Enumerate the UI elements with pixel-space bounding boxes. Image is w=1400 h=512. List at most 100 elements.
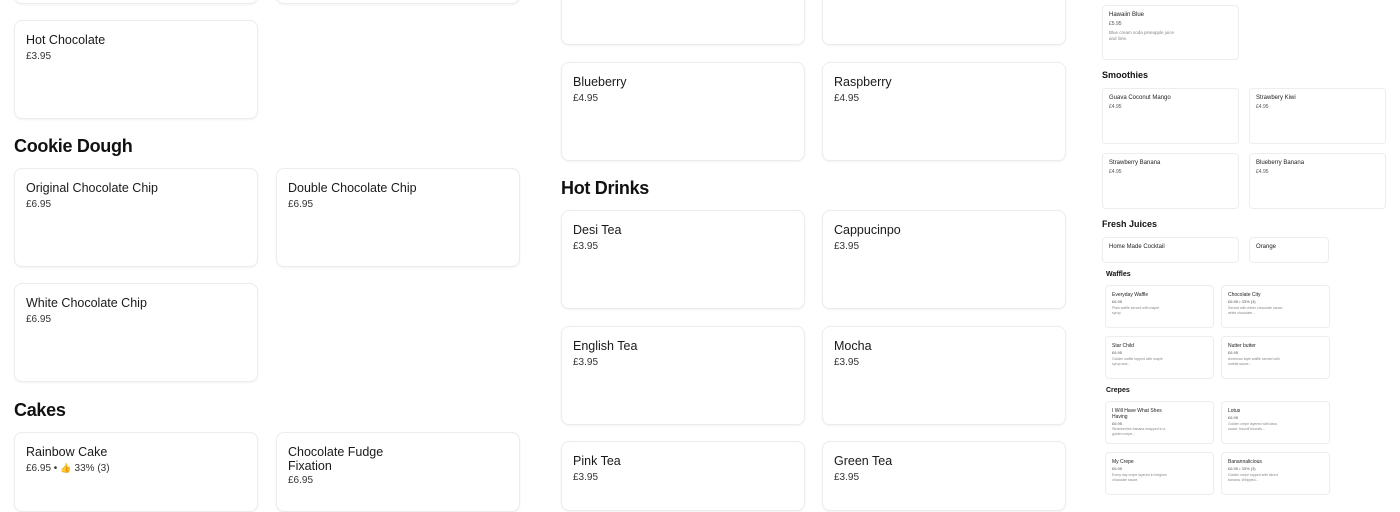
item-name: English Tea bbox=[573, 339, 638, 353]
item-name: Rainbow Cake bbox=[26, 445, 108, 459]
section-heading-hot-drinks: Hot Drinks bbox=[561, 178, 650, 198]
item-name: Pink Tea bbox=[573, 454, 621, 468]
item-description: Golden crepe topped with sliced banana. … bbox=[1228, 473, 1278, 482]
item-name: Lotus bbox=[1228, 408, 1241, 414]
item-name: Raspberry bbox=[834, 75, 892, 89]
item-name: Banannalicious bbox=[1228, 459, 1262, 465]
menu-item-english-tea[interactable]: English Tea £3.95 bbox=[561, 326, 805, 425]
item-description: Served with either chocolate sauce, whit… bbox=[1228, 306, 1284, 315]
item-name: Chocolate Fudge Fixation bbox=[288, 445, 384, 473]
item-price: £4.95 bbox=[573, 93, 599, 104]
menu-item-banannalicious[interactable]: Banannalicious £6.95 • 33% (3) Golden cr… bbox=[1221, 452, 1330, 495]
item-price: £4.95 bbox=[1109, 104, 1122, 110]
item-name: White Chocolate Chip bbox=[26, 296, 147, 310]
menu-item-green-tea[interactable]: Green Tea £3.95 bbox=[822, 441, 1066, 511]
item-rating: 33% (3) bbox=[74, 463, 110, 474]
item-name: Green Tea bbox=[834, 454, 893, 468]
item-name: Desi Tea bbox=[573, 223, 622, 237]
menu-item-card[interactable] bbox=[822, 0, 1066, 45]
item-price: £4.95 bbox=[1256, 169, 1269, 175]
item-description: American style waffle served with nutell… bbox=[1228, 357, 1280, 366]
menu-item-strawberry-banana[interactable]: Strawberry Banana £4.95 bbox=[1102, 153, 1239, 209]
item-price: £6.95 bbox=[288, 199, 314, 210]
menu-item-blueberry[interactable]: Blueberry £4.95 bbox=[561, 62, 805, 161]
item-price: £6.95 bbox=[1112, 350, 1123, 355]
item-name: Chocolate City bbox=[1228, 292, 1261, 298]
section-heading-fresh-juices: Fresh Juices bbox=[1102, 219, 1158, 229]
item-price: £6.95 bbox=[1228, 415, 1239, 420]
item-price-rating: £6.95 • 👍 33% (3) bbox=[26, 463, 110, 474]
item-name: Guava Coconut Mango bbox=[1109, 95, 1171, 101]
item-name: Home Made Cocktail bbox=[1109, 244, 1165, 250]
item-price: £3.95 bbox=[573, 241, 599, 252]
menu-item-strawbery-kiwi[interactable]: Strawbery Kiwi £4.95 bbox=[1249, 88, 1386, 144]
thumbs-up-icon: 👍 bbox=[60, 463, 72, 473]
menu-item-original-chocolate-chip[interactable]: Original Chocolate Chip £6.95 bbox=[14, 168, 258, 267]
item-price: £6.95 bbox=[26, 314, 52, 325]
item-name: Nutter butter bbox=[1228, 343, 1256, 349]
menu-item-card[interactable] bbox=[561, 0, 805, 45]
item-price: £3.95 bbox=[834, 241, 860, 252]
menu-item-nutter-butter[interactable]: Nutter butter £6.95 American style waffl… bbox=[1221, 336, 1330, 379]
section-heading-smoothies: Smoothies bbox=[1102, 70, 1149, 80]
menu-item-i-will-have-what-shes-having[interactable]: I Will Have What Shes Having £6.95 Straw… bbox=[1105, 401, 1214, 444]
item-name: Hawaiin Blue bbox=[1109, 12, 1145, 18]
item-description: Strawberries banana wrapped in a golden … bbox=[1112, 427, 1166, 436]
menu-item-card[interactable] bbox=[14, 0, 258, 4]
menu-item-white-chocolate-chip[interactable]: White Chocolate Chip £6.95 bbox=[14, 283, 258, 382]
menu-item-chocolate-fudge-fixation[interactable]: Chocolate Fudge Fixation £6.95 bbox=[276, 432, 520, 512]
item-price: £4.95 bbox=[834, 93, 860, 104]
menu-item-desi-tea[interactable]: Desi Tea £3.95 bbox=[561, 210, 805, 309]
menu-item-blueberry-banana[interactable]: Blueberry Banana £4.95 bbox=[1249, 153, 1386, 209]
menu-item-card[interactable] bbox=[276, 0, 520, 4]
item-price: £6.95 bbox=[288, 475, 314, 486]
section-heading-waffles: Waffles bbox=[1106, 271, 1131, 278]
item-price: £3.95 bbox=[573, 472, 599, 483]
item-price: £5.95 bbox=[1109, 21, 1122, 27]
menu-item-star-child[interactable]: Star Child £6.95 Golden waffle topped wi… bbox=[1105, 336, 1214, 379]
item-price: £6.95 bbox=[1228, 350, 1239, 355]
menu-item-raspberry[interactable]: Raspberry £4.95 bbox=[822, 62, 1066, 161]
item-name: Mocha bbox=[834, 339, 872, 353]
menu-item-mocha[interactable]: Mocha £3.95 bbox=[822, 326, 1066, 425]
item-name: Strawberry Banana bbox=[1109, 160, 1161, 166]
menu-item-home-made-cocktail[interactable]: Home Made Cocktail bbox=[1102, 237, 1239, 263]
item-description: Golden waffle topped with maple syrup an… bbox=[1112, 357, 1163, 366]
item-price: £6.95 bbox=[1112, 299, 1123, 304]
item-name: Original Chocolate Chip bbox=[26, 181, 159, 195]
menu-item-rainbow-cake[interactable]: Rainbow Cake £6.95 • 👍 33% (3) bbox=[14, 432, 258, 512]
item-description: Every day crepe layered in belgium choco… bbox=[1112, 473, 1167, 482]
item-name: My Crepe bbox=[1112, 459, 1134, 465]
section-heading-cookie-dough: Cookie Dough bbox=[14, 136, 133, 156]
item-name: Cappucinpo bbox=[834, 223, 901, 237]
item-price: £6.95 bbox=[1112, 466, 1123, 471]
item-name: Everyday Waffle bbox=[1112, 292, 1149, 298]
menu-item-chocolate-city[interactable]: Chocolate City £6.95 • 33% (3) Served wi… bbox=[1221, 285, 1330, 328]
item-name: Strawbery Kiwi bbox=[1256, 95, 1296, 101]
item-description: Golden crepe layered with lotus sauce, b… bbox=[1228, 422, 1278, 431]
item-price: £6.95 • 33% (3) bbox=[1228, 299, 1256, 304]
item-price: £3.95 bbox=[573, 357, 599, 368]
item-name: Blueberry bbox=[573, 75, 627, 89]
menu-item-hawaiin-blue[interactable]: Hawaiin Blue £5.95 Blue cream soda pinea… bbox=[1102, 5, 1239, 60]
menu-item-my-crepe[interactable]: My Crepe £6.95 Every day crepe layered i… bbox=[1105, 452, 1214, 495]
item-price: £6.95 • bbox=[26, 463, 58, 474]
menu-item-pink-tea[interactable]: Pink Tea £3.95 bbox=[561, 441, 805, 511]
section-heading-crepes: Crepes bbox=[1106, 387, 1130, 394]
menu-item-cappucinpo[interactable]: Cappucinpo £3.95 bbox=[822, 210, 1066, 309]
item-name: Blueberry Banana bbox=[1256, 160, 1305, 166]
item-name: Double Chocolate Chip bbox=[288, 181, 417, 195]
item-price: £4.95 bbox=[1109, 169, 1122, 175]
menu-item-lotus[interactable]: Lotus £6.95 Golden crepe layered with lo… bbox=[1221, 401, 1330, 444]
menu-item-everyday-waffle[interactable]: Everyday Waffle £6.95 Plain waffle serve… bbox=[1105, 285, 1214, 328]
item-name: I Will Have What Shes Having bbox=[1112, 408, 1162, 420]
menu-item-guava-coconut-mango[interactable]: Guava Coconut Mango £4.95 bbox=[1102, 88, 1239, 144]
menu-item-orange[interactable]: Orange bbox=[1249, 237, 1329, 263]
item-price: £6.95 bbox=[26, 199, 52, 210]
menu-item-hot-chocolate[interactable]: Hot Chocolate £3.95 bbox=[14, 20, 258, 119]
item-name: Star Child bbox=[1112, 343, 1134, 349]
menu-item-double-chocolate-chip[interactable]: Double Chocolate Chip £6.95 bbox=[276, 168, 520, 267]
section-heading-cakes: Cakes bbox=[14, 400, 66, 420]
item-price: £6.95 • 33% (3) bbox=[1228, 466, 1256, 471]
item-price: £3.95 bbox=[834, 472, 860, 483]
